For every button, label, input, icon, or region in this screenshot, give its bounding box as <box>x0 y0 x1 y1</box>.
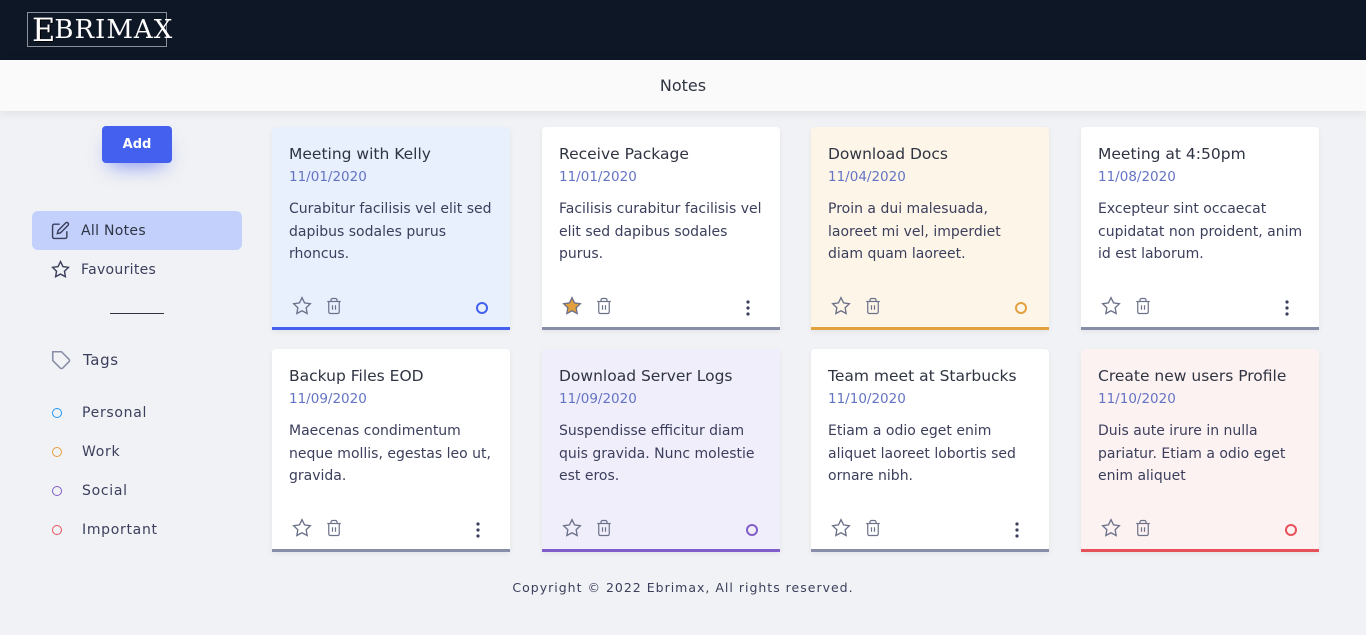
page-title: Notes <box>659 76 707 95</box>
note-body: Proin a dui malesuada, laoreet mi vel, i… <box>828 201 1001 262</box>
trash-icon[interactable] <box>864 518 882 538</box>
note-date: 11/04/2020 <box>828 169 906 185</box>
more-vertical-icon[interactable] <box>1010 521 1024 539</box>
tag-label: Social <box>82 483 128 499</box>
note-body: Curabitur facilisis vel elit sed dapibus… <box>289 201 492 262</box>
note-body: Duis aute irure in nulla pariatur. Etiam… <box>1098 423 1286 484</box>
tag-important[interactable]: Important <box>52 520 158 540</box>
tags-label: Tags <box>83 351 119 369</box>
note-card[interactable]: Team meet at Starbucks 11/10/2020 Etiam a … <box>811 349 1049 552</box>
tag-icon <box>51 350 71 369</box>
note-date: 11/08/2020 <box>1098 169 1176 185</box>
trash-icon[interactable] <box>595 518 613 538</box>
tag-marker-icon[interactable] <box>746 524 758 536</box>
sidebar-item-label: Favourites <box>81 261 157 278</box>
note-card[interactable]: Download Docs 11/04/2020 Proin a dui males… <box>811 127 1049 330</box>
tag-marker-icon[interactable] <box>476 302 488 314</box>
star-filled-icon[interactable] <box>562 296 582 316</box>
tag-label: Important <box>82 522 158 538</box>
note-title: Download Docs <box>828 145 948 163</box>
note-card[interactable]: Receive Package 11/01/2020 Facilisis curab… <box>542 127 780 330</box>
tag-marker-icon[interactable] <box>1285 524 1297 536</box>
footer-copyright: Copyright © 2022 Ebrimax, All rights res… <box>512 580 854 595</box>
note-card[interactable]: Create new users Profile 11/10/2020 Duis a… <box>1081 349 1319 552</box>
trash-icon[interactable] <box>864 296 882 316</box>
note-date: 11/10/2020 <box>828 391 906 407</box>
note-title: Backup Files EOD <box>289 367 424 385</box>
ebrimax-logo[interactable]: E BRIMAX <box>27 10 172 49</box>
page-title-bar: Notes <box>0 60 1366 111</box>
sidebar-item-all-notes[interactable]: All Notes <box>32 211 242 250</box>
tag-dot-icon <box>52 525 62 535</box>
tag-social[interactable]: Social <box>52 481 128 501</box>
tag-label: Work <box>82 444 121 460</box>
sidebar-item-favourites[interactable]: Favourites <box>32 250 242 289</box>
top-navbar: E BRIMAX <box>0 0 1366 60</box>
note-date: 11/10/2020 <box>1098 391 1176 407</box>
note-card[interactable]: Meeting at 4:50pm 11/08/2020 Excepteur sin… <box>1081 127 1319 330</box>
trash-icon[interactable] <box>1134 518 1152 538</box>
star-icon[interactable] <box>831 518 851 538</box>
tag-label: Personal <box>82 405 148 421</box>
note-body: Suspendisse efficitur diam quis gravida.… <box>559 423 755 484</box>
star-icon[interactable] <box>292 296 312 316</box>
note-title: Receive Package <box>559 145 689 163</box>
note-title: Meeting at 4:50pm <box>1098 145 1246 163</box>
star-icon[interactable] <box>292 518 312 538</box>
note-title: Download Server Logs <box>559 367 733 385</box>
trash-icon[interactable] <box>325 518 343 538</box>
note-date: 11/09/2020 <box>559 391 637 407</box>
trash-icon[interactable] <box>1134 296 1152 316</box>
tags-heading: Tags <box>51 348 119 372</box>
sidebar-divider <box>110 313 164 314</box>
note-date: 11/09/2020 <box>289 391 367 407</box>
note-body: Etiam a odio eget enim aliquet laoreet l… <box>828 423 1016 484</box>
edit-icon <box>51 221 70 240</box>
trash-icon[interactable] <box>325 296 343 316</box>
trash-icon[interactable] <box>595 296 613 316</box>
sidebar-item-label: All Notes <box>81 222 146 239</box>
note-body: Facilisis curabitur facilisis vel elit s… <box>559 201 762 262</box>
note-title: Team meet at Starbucks <box>828 367 1017 385</box>
tag-personal[interactable]: Personal <box>52 403 147 423</box>
tag-dot-icon <box>52 486 62 496</box>
logo-text: BRIMAX <box>54 14 174 45</box>
more-vertical-icon[interactable] <box>741 299 755 317</box>
star-icon[interactable] <box>1101 296 1121 316</box>
note-title: Create new users Profile <box>1098 367 1287 385</box>
star-icon[interactable] <box>831 296 851 316</box>
tag-marker-icon[interactable] <box>1015 302 1027 314</box>
note-title: Meeting with Kelly <box>289 145 431 163</box>
note-card[interactable]: Meeting with Kelly 11/01/2020 Curabitur fa… <box>272 127 510 330</box>
star-icon[interactable] <box>562 518 582 538</box>
note-card[interactable]: Download Server Logs 11/09/2020 Suspendiss… <box>542 349 780 552</box>
logo-initial: E <box>32 10 57 49</box>
note-card[interactable]: Backup Files EOD 11/09/2020 Maecenas condi… <box>272 349 510 552</box>
more-vertical-icon[interactable] <box>1280 299 1294 317</box>
tag-dot-icon <box>52 408 62 418</box>
note-body: Maecenas condimentum neque mollis, egest… <box>289 423 491 484</box>
note-date: 11/01/2020 <box>559 169 637 185</box>
star-icon <box>51 260 70 278</box>
note-date: 11/01/2020 <box>289 169 367 185</box>
add-note-button[interactable]: Add <box>102 126 172 163</box>
note-body: Excepteur sint occaecat cupidatat non pr… <box>1098 201 1303 262</box>
tag-dot-icon <box>52 447 62 457</box>
tag-work[interactable]: Work <box>52 442 120 462</box>
star-icon[interactable] <box>1101 518 1121 538</box>
more-vertical-icon[interactable] <box>471 521 485 539</box>
